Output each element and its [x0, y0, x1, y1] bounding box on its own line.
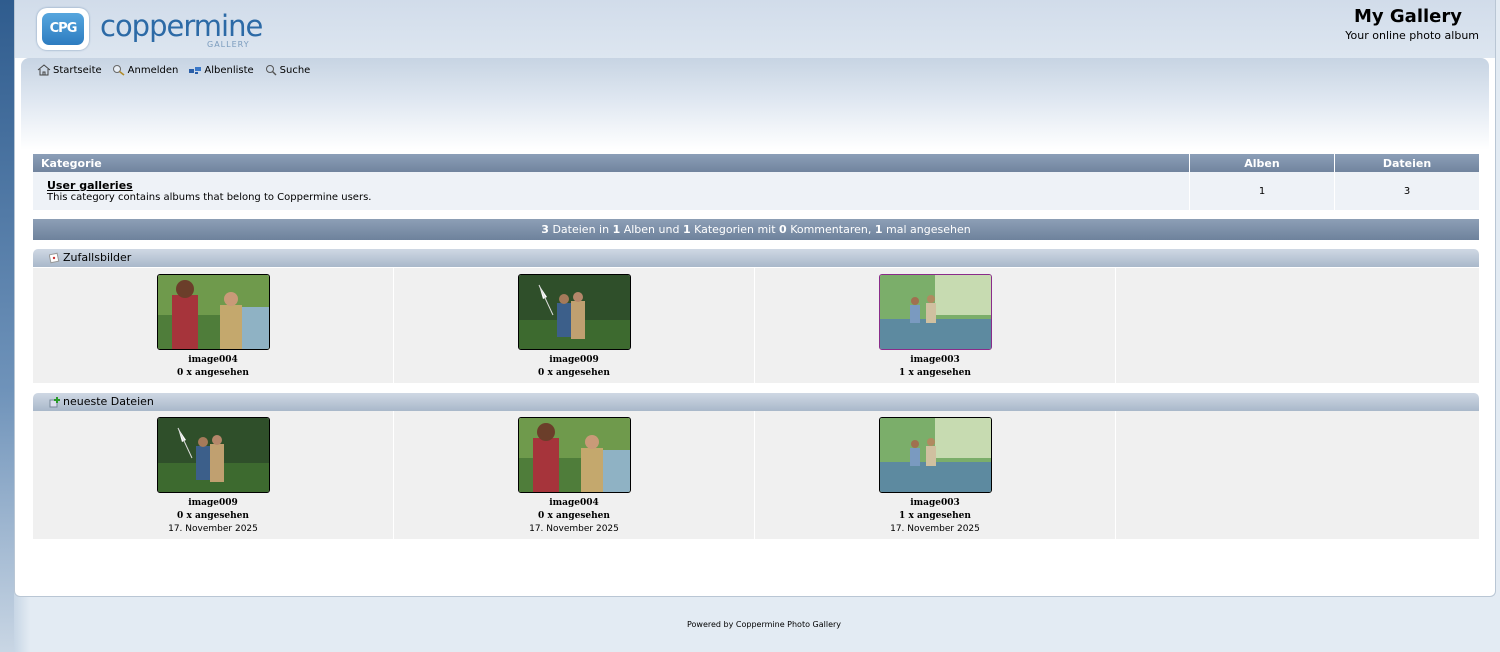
random-section-title: Zufallsbilder — [63, 251, 132, 264]
thumb-views: 0 x angesehen — [177, 511, 249, 521]
thumb-cell: image009 0 x angesehen — [394, 268, 755, 383]
col-category: Kategorie — [33, 154, 1190, 172]
stats-comments: 0 — [779, 223, 787, 236]
thumb-date: 17. November 2025 — [890, 524, 980, 534]
thumb-date: 17. November 2025 — [168, 524, 258, 534]
category-link[interactable]: User galleries — [47, 179, 133, 192]
category-cell: User galleries This category contains al… — [33, 172, 1190, 210]
category-description: This category contains albums that belon… — [47, 192, 372, 203]
stats-bar: 3 Dateien in 1 Alben und 1 Kategorien mi… — [33, 219, 1479, 240]
new-files-icon — [49, 397, 60, 408]
latest-thumbs: image009 0 x angesehen 17. November 2025… — [33, 411, 1479, 539]
nav-login-label: Anmelden — [127, 64, 179, 76]
nav-search-label: Suche — [279, 64, 311, 76]
stats-files: 3 — [541, 223, 549, 236]
search-icon — [265, 65, 277, 76]
logo[interactable]: CPG — [37, 8, 89, 50]
thumb-title[interactable]: image004 — [394, 496, 754, 510]
category-album-count: 1 — [1189, 172, 1335, 210]
category-row: User galleries This category contains al… — [33, 172, 1479, 210]
stats-categories: 1 — [682, 223, 691, 236]
nav-search[interactable]: Suche — [264, 64, 311, 76]
random-section-header: Zufallsbilder — [33, 249, 1479, 267]
thumbnail-image003[interactable] — [878, 417, 992, 493]
thumbnail-image009[interactable] — [517, 274, 631, 350]
thumb-views: 0 x angesehen — [538, 511, 610, 521]
random-thumbs: image004 0 x angesehen image009 0 x ange… — [33, 268, 1479, 383]
main-frame: CPG coppermine GALLERY My Gallery Your o… — [14, 0, 1496, 597]
logo-badge-text: CPG — [42, 13, 84, 45]
site-title: My Gallery — [1354, 6, 1462, 27]
nav-home-label: Startseite — [53, 64, 102, 76]
thumb-cell: image003 1 x angesehen 17. November 2025 — [755, 411, 1116, 539]
category-table: Kategorie Alben Dateien User galleries T… — [33, 154, 1479, 210]
thumbnail-image009[interactable] — [156, 417, 270, 493]
thumb-views: 1 x angesehen — [899, 511, 971, 521]
page-background-strip — [0, 0, 14, 652]
thumb-date: 17. November 2025 — [529, 524, 619, 534]
thumb-cell: image004 0 x angesehen 17. November 2025 — [394, 411, 755, 539]
thumb-views: 1 x angesehen — [899, 368, 971, 378]
category-table-header: Kategorie Alben Dateien — [33, 154, 1479, 172]
site-description: Your online photo album — [1345, 29, 1479, 42]
thumb-title[interactable]: image003 — [755, 496, 1115, 510]
thumb-views: 0 x angesehen — [177, 368, 249, 378]
nav-albums-label: Albenliste — [204, 64, 254, 76]
logo-subtext: GALLERY — [207, 40, 250, 49]
col-files: Dateien — [1334, 154, 1479, 172]
latest-section-header: neueste Dateien — [33, 393, 1479, 411]
stats-text: Alben und — [620, 223, 683, 236]
logo-text[interactable]: coppermine — [100, 10, 263, 42]
thumb-title[interactable]: image009 — [33, 496, 393, 510]
stats-text: Kategorien mit — [690, 223, 780, 236]
nav-albums[interactable]: Albenliste — [188, 64, 254, 76]
category-file-count: 3 — [1334, 172, 1479, 210]
thumb-cell: image009 0 x angesehen 17. November 2025 — [33, 411, 394, 539]
thumbnail-image004[interactable] — [156, 274, 270, 350]
stats-text: Dateien in — [548, 223, 613, 236]
thumbnail-image004[interactable] — [517, 417, 631, 493]
latest-section-title: neueste Dateien — [63, 395, 154, 408]
thumb-cell-empty — [1116, 411, 1477, 539]
thumb-title[interactable]: image004 — [33, 353, 393, 367]
nav-login[interactable]: Anmelden — [112, 64, 179, 76]
thumb-title[interactable]: image009 — [394, 353, 754, 367]
nav-home[interactable]: Startseite — [37, 64, 102, 76]
thumb-cell: image004 0 x angesehen — [33, 268, 394, 383]
thumbnail-image003[interactable] — [878, 274, 992, 350]
album-list-icon — [189, 67, 202, 74]
nav-bar: Startseite Anmelden Albenliste Suche — [21, 58, 1489, 150]
thumb-views: 0 x angesehen — [538, 368, 610, 378]
col-albums: Alben — [1189, 154, 1335, 172]
stats-text: mal angesehen — [882, 223, 971, 236]
footer: Powered by Coppermine Photo Gallery — [0, 620, 1500, 629]
stats-text: Kommentaren, — [786, 223, 875, 236]
home-icon — [37, 64, 51, 76]
footer-text[interactable]: Powered by Coppermine Photo Gallery — [687, 620, 841, 629]
thumb-cell: image003 1 x angesehen — [755, 268, 1116, 383]
login-icon — [112, 65, 125, 76]
thumb-cell-empty — [1116, 268, 1477, 383]
site-header: CPG coppermine GALLERY My Gallery Your o… — [15, 0, 1495, 58]
stats-views: 1 — [874, 223, 883, 236]
thumb-title[interactable]: image003 — [755, 353, 1115, 367]
random-icon — [49, 252, 60, 264]
